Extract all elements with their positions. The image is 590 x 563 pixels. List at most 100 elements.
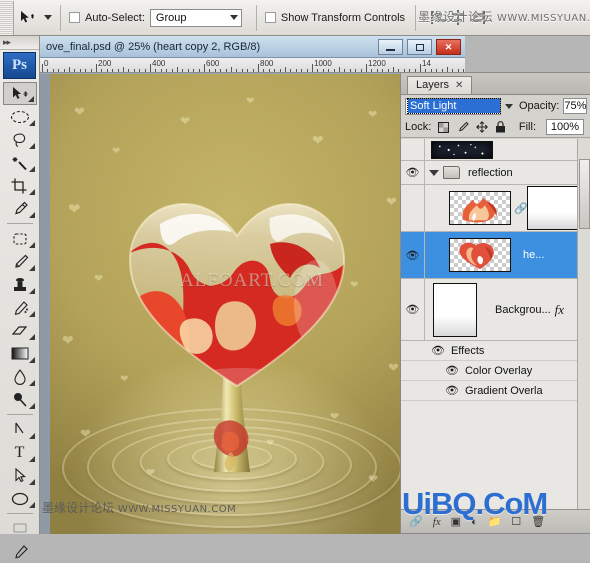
layer-visibility-toggle[interactable]	[401, 139, 425, 160]
blend-mode-dropdown[interactable]: Soft Light	[405, 97, 501, 115]
layer-row-heart-copy-2[interactable]: 👁 he...	[401, 232, 590, 279]
add-mask-icon[interactable]: ▣	[451, 515, 461, 528]
lock-position-icon[interactable]	[475, 121, 488, 134]
close-button[interactable]: ✕	[436, 39, 461, 55]
lasso-tool[interactable]	[3, 128, 37, 151]
clone-stamp-tool[interactable]	[3, 273, 37, 296]
divider	[415, 4, 417, 31]
blur-tool[interactable]	[3, 365, 37, 388]
watermark-cn-text: 墨缘设计论坛	[42, 501, 115, 515]
move-tool-icon[interactable]	[14, 7, 40, 29]
auto-select-value: Group	[155, 11, 187, 24]
dodge-tool[interactable]	[3, 388, 37, 411]
eye-icon[interactable]: 👁	[406, 249, 420, 262]
layer-row[interactable]	[401, 139, 590, 161]
minimize-button[interactable]	[378, 39, 403, 55]
new-layer-icon[interactable]: ☐	[511, 515, 521, 528]
scrollbar-thumb[interactable]	[579, 159, 590, 229]
layer-visibility-toggle[interactable]: 👁	[401, 279, 425, 340]
layer-visibility-toggle[interactable]: 👁	[401, 161, 425, 184]
pen-tool[interactable]	[3, 418, 37, 441]
show-transform-controls-checkbox[interactable]	[264, 12, 276, 23]
new-adjustment-icon[interactable]: ◐	[471, 516, 478, 528]
healing-brush-tool[interactable]	[3, 227, 37, 250]
tool-more-triangle-icon	[28, 288, 35, 294]
layers-list[interactable]: 👁 reflection 🔗 👁 he... 👁 Backgrou... fx …	[401, 139, 590, 510]
add-style-icon[interactable]: fx	[433, 516, 441, 528]
eye-icon[interactable]: 👁	[445, 384, 459, 397]
fill-input[interactable]: 100%	[546, 119, 584, 135]
layer-thumbnail[interactable]	[449, 191, 511, 225]
crop-tool[interactable]	[3, 174, 37, 197]
lock-image-icon[interactable]	[456, 121, 469, 134]
layer-effects-fx-icon[interactable]: fx	[555, 302, 564, 318]
ruler-tick	[150, 64, 151, 72]
layer-visibility-toggle[interactable]: 👁	[401, 232, 425, 278]
tool-more-triangle-icon	[28, 357, 35, 363]
eyedropper-tool[interactable]	[3, 197, 37, 220]
horizontal-ruler[interactable]: 0 200 400 600 800 1000 1200 14	[40, 58, 465, 73]
eraser-tool[interactable]	[3, 319, 37, 342]
options-bar: Auto-Select: Group Show Transform Contro…	[0, 0, 590, 36]
type-tool[interactable]: T	[3, 441, 37, 464]
move-tool[interactable]	[2, 82, 37, 105]
path-selection-tool[interactable]	[3, 464, 37, 487]
lock-all-icon[interactable]	[494, 121, 507, 134]
marquee-tool[interactable]	[3, 105, 37, 128]
group-expand-triangle-icon[interactable]	[429, 169, 439, 176]
layer-mask-thumbnail[interactable]	[527, 186, 579, 230]
eye-icon[interactable]: 👁	[406, 166, 420, 179]
magic-wand-tool[interactable]	[3, 151, 37, 174]
layer-thumbnail[interactable]	[433, 282, 477, 337]
effect-gradient-overlay-row[interactable]: 👁 Gradient Overla	[401, 381, 590, 401]
effects-row[interactable]: 👁 Effects	[401, 341, 590, 361]
hand-tool[interactable]	[3, 517, 37, 540]
shape-tool[interactable]	[3, 487, 37, 510]
layer-name: reflection	[468, 166, 513, 179]
tool-more-triangle-icon	[28, 380, 35, 386]
link-icon[interactable]: 🔗	[514, 202, 528, 215]
options-bar-grip[interactable]	[0, 0, 14, 35]
layer-thumbnail[interactable]	[449, 238, 511, 272]
layer-row-flame[interactable]: 🔗	[401, 185, 590, 232]
artwork-canvas[interactable]: ❤ ❤ ❤ ❤ ❤ ❤ ❤ ❤ ❤ ❤ ❤ ❤ ❤ ❤ ❤ ❤ ❤ ❤ ALFO…	[50, 74, 413, 534]
brush-tool[interactable]	[3, 250, 37, 273]
layer-thumbnail[interactable]	[431, 140, 493, 159]
panel-tab-bar: Layers ✕	[401, 73, 590, 95]
bokeh-heart: ❤	[330, 411, 340, 423]
layer-row-reflection-group[interactable]: 👁 reflection	[401, 161, 590, 185]
link-layers-icon[interactable]: 🔗	[409, 515, 423, 528]
effect-color-overlay-row[interactable]: 👁 Color Overlay	[401, 361, 590, 381]
layer-visibility-toggle[interactable]	[401, 185, 425, 231]
ruler-label: 800	[260, 59, 274, 68]
opacity-input[interactable]: 75%	[563, 98, 588, 114]
lock-transparency-icon[interactable]	[437, 121, 450, 134]
layer-row-background[interactable]: 👁 Backgrou... fx	[401, 279, 590, 341]
auto-select-dropdown[interactable]: Group	[149, 8, 242, 27]
toolbox-grip[interactable]: ▸▸	[0, 36, 39, 50]
ruler-tick	[312, 64, 313, 72]
tool-preset-chevron-down-icon[interactable]	[44, 15, 52, 20]
brush-tool-secondary[interactable]	[3, 540, 37, 563]
ruler-tick-minor	[306, 69, 308, 72]
ruler-tick-minor	[112, 69, 114, 72]
gradient-tool[interactable]	[3, 342, 37, 365]
bokeh-heart: ❤	[80, 426, 91, 441]
tab-layers[interactable]: Layers ✕	[407, 76, 473, 94]
ruler-label: 1000	[314, 59, 332, 68]
auto-select-checkbox[interactable]	[69, 12, 80, 23]
ruler-tick-minor	[295, 69, 297, 72]
eye-icon[interactable]: 👁	[431, 344, 445, 357]
blend-mode-chevron-down-icon[interactable]	[505, 103, 513, 109]
document-title-bar[interactable]: ove_final.psd @ 25% (heart copy 2, RGB/8…	[40, 36, 465, 58]
ruler-tick-minor	[160, 69, 162, 72]
layers-scrollbar[interactable]	[577, 139, 590, 510]
ruler-tick-minor	[274, 69, 276, 72]
eye-icon[interactable]: 👁	[445, 364, 459, 377]
new-group-icon[interactable]: 📁	[488, 515, 502, 528]
close-icon[interactable]: ✕	[455, 80, 463, 91]
eye-icon[interactable]: 👁	[406, 303, 420, 316]
delete-layer-icon[interactable]: 🗑	[531, 515, 545, 528]
history-brush-tool[interactable]	[3, 296, 37, 319]
maximize-button[interactable]	[407, 39, 432, 55]
